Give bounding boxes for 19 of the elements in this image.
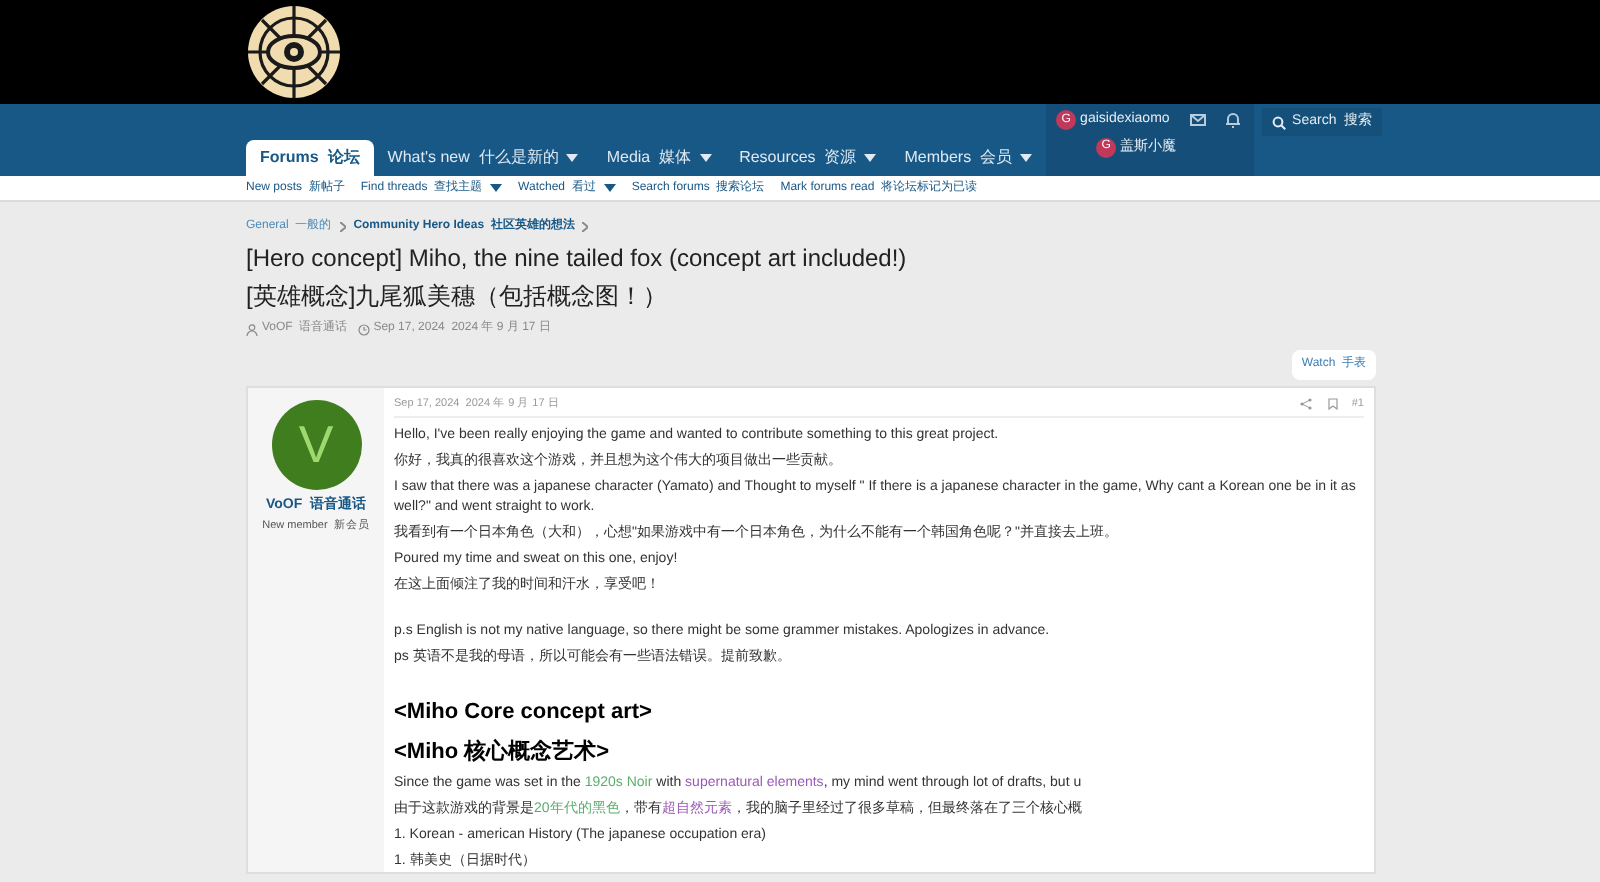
mail-icon[interactable] — [1189, 114, 1206, 127]
clock-icon — [357, 323, 370, 335]
nav-tab[interactable]: Media 媒体 — [592, 140, 726, 176]
nav-tab[interactable]: Members 会员 — [890, 140, 1047, 176]
section-heading: <Miho Core concept art> — [394, 698, 654, 729]
section-heading: <Miho 核心概念艺术> — [394, 738, 612, 769]
nav-tab[interactable]: What's new 什么是新的 — [373, 140, 593, 176]
search-icon — [1272, 115, 1287, 129]
nav-tab[interactable]: Forums 论坛 — [246, 140, 374, 176]
user-icon — [246, 323, 258, 335]
chevron-icon — [339, 222, 346, 232]
nav-tab[interactable]: Resources 资源 — [725, 140, 891, 176]
eye-logo-icon[interactable] — [246, 4, 342, 100]
thread-title: [Hero concept] Miho, the nine tailed fox (concept art included!) — [246, 242, 909, 274]
bell-icon[interactable] — [1225, 112, 1240, 129]
thread-title: [英雄概念]九尾狐美穗（包括概念图！） — [246, 280, 670, 314]
chevron-icon — [582, 222, 589, 232]
bookmark-icon[interactable] — [1327, 398, 1338, 411]
share-icon[interactable] — [1299, 398, 1312, 411]
